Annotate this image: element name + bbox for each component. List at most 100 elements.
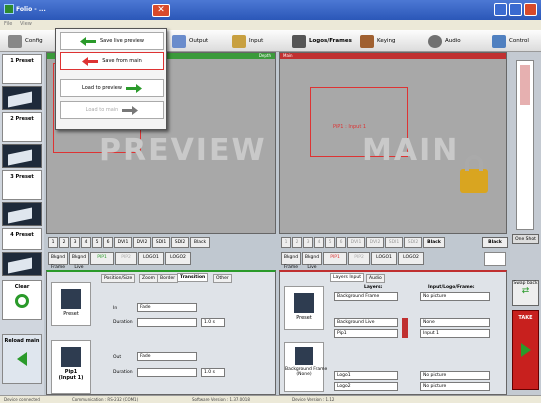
main-bkgnd-live[interactable]: Bkgnd Live xyxy=(302,252,322,270)
minimize-button[interactable] xyxy=(494,3,507,16)
main-src-4[interactable]: 4 xyxy=(314,237,324,248)
tool-control[interactable]: Control xyxy=(492,32,529,50)
tool-logos-frames[interactable]: Logos/Frames xyxy=(292,32,352,50)
layer-row-background-live: Background Live xyxy=(334,318,398,327)
preview-src-sdi2[interactable]: SDI2 xyxy=(171,237,189,248)
menu-load-to-main[interactable]: Load to main xyxy=(60,101,164,119)
status-device: Device connected xyxy=(4,397,40,402)
out-duration-value[interactable]: 1.0 s xyxy=(201,368,225,377)
preview-src-1[interactable]: 1 xyxy=(48,237,58,248)
preset-3-thumbnail[interactable] xyxy=(2,202,42,226)
in-transition-select[interactable]: Fade xyxy=(137,303,197,312)
main-src-dvi2[interactable]: DVI2 xyxy=(366,237,384,248)
main-src-sdi1[interactable]: SDI1 xyxy=(385,237,403,248)
pip1-select[interactable]: Input 1 xyxy=(420,329,490,338)
tab-zoom[interactable]: Zoom xyxy=(139,274,158,283)
status-software-version: Software Version : 1.37.0018 xyxy=(192,397,250,402)
grid-icon[interactable] xyxy=(484,252,506,266)
preview-src-3[interactable]: 3 xyxy=(70,237,80,248)
tab-transition[interactable]: Transition xyxy=(177,273,209,282)
layer-order-indicator xyxy=(402,318,408,338)
preview-logo1[interactable]: LOGO1 xyxy=(138,252,164,265)
menu-view[interactable]: View xyxy=(20,21,32,27)
tbar-slider[interactable] xyxy=(516,60,534,230)
take-button[interactable]: TAKE xyxy=(512,310,539,390)
preset-2-thumbnail[interactable] xyxy=(2,144,42,168)
main-src-6[interactable]: 6 xyxy=(336,237,346,248)
logo2-select[interactable]: No picture xyxy=(420,382,490,391)
preset-2[interactable]: 2 Preset xyxy=(2,112,42,142)
main-logo1[interactable]: LOGO1 xyxy=(371,252,397,265)
close-icon[interactable]: ✕ xyxy=(152,4,170,17)
main-pip1[interactable]: PIP1 xyxy=(323,252,347,265)
swap-back-button[interactable]: Swap back ⇄ xyxy=(512,280,539,306)
tool-audio[interactable]: Audio xyxy=(428,32,461,50)
preview-src-sdi1[interactable]: SDI1 xyxy=(152,237,170,248)
right-black-button[interactable]: Black xyxy=(482,237,508,248)
preview-pip2[interactable]: PIP2 xyxy=(115,252,137,265)
preset-4[interactable]: 4 Preset xyxy=(2,228,42,250)
maximize-button[interactable] xyxy=(509,3,522,16)
background-frame-tile[interactable]: Background Frame (None) xyxy=(284,342,327,392)
pip1-tile[interactable]: Pip1 (Input 1) xyxy=(51,340,91,394)
window-close-button[interactable] xyxy=(524,3,537,16)
window-title: Folio - ... xyxy=(16,6,46,13)
layers-preset-tile[interactable]: Preset xyxy=(284,286,324,330)
main-src-2[interactable]: 2 xyxy=(292,237,302,248)
preview-bkgnd-frame[interactable]: Bkgnd Frame xyxy=(48,252,68,270)
preview-src-dvi1[interactable]: DVI1 xyxy=(114,237,132,248)
tab-other[interactable]: Other xyxy=(213,274,232,283)
out-transition-select[interactable]: Fade xyxy=(137,352,197,361)
preview-src-black[interactable]: Black xyxy=(190,237,210,248)
input-icon xyxy=(232,34,246,48)
preview-pip1[interactable]: PIP1 xyxy=(90,252,114,265)
main-src-3[interactable]: 3 xyxy=(303,237,313,248)
tbar-handle[interactable] xyxy=(520,65,530,105)
main-src-5[interactable]: 5 xyxy=(325,237,335,248)
preset-1[interactable]: 1 Preset xyxy=(2,54,42,84)
main-pip2[interactable]: PIP2 xyxy=(348,252,370,265)
main-logo2[interactable]: LOGO2 xyxy=(398,252,424,265)
tool-output[interactable]: Output xyxy=(172,32,208,50)
menu-save-live-preview[interactable]: Save live preview xyxy=(60,32,164,50)
tab-layers-input[interactable]: Layers Input xyxy=(330,273,364,282)
preview-bkgnd-live[interactable]: Bkgnd Live xyxy=(69,252,89,270)
pip-preset-tile[interactable]: Preset xyxy=(51,282,91,326)
out-duration-slider[interactable] xyxy=(137,368,197,377)
arrow-left-icon xyxy=(17,352,27,366)
main-src-black[interactable]: Black xyxy=(423,237,445,248)
main-panel: Main PiP1 : Input 1 MAIN xyxy=(279,52,507,234)
one-shot-button[interactable]: One Shot xyxy=(512,234,539,244)
preset-4-thumbnail[interactable] xyxy=(2,252,42,276)
tool-input[interactable]: Input xyxy=(232,32,263,50)
tool-config[interactable]: Config xyxy=(8,32,43,50)
main-src-sdi2[interactable]: SDI2 xyxy=(404,237,422,248)
preview-src-4[interactable]: 4 xyxy=(81,237,91,248)
logo1-select[interactable]: No picture xyxy=(420,371,490,380)
preview-logo2[interactable]: LOGO2 xyxy=(165,252,191,265)
in-duration-slider[interactable] xyxy=(137,318,197,327)
main-src-dvi1[interactable]: DVI1 xyxy=(347,237,365,248)
preview-src-2[interactable]: 2 xyxy=(59,237,69,248)
background-frame-select[interactable]: No picture xyxy=(420,292,490,301)
main-bkgnd-frame[interactable]: Bkgnd Frame xyxy=(281,252,301,270)
menu-load-to-preview[interactable]: Load to preview xyxy=(60,79,164,97)
reload-main-button[interactable]: Reload main xyxy=(2,334,42,384)
background-live-select[interactable]: None xyxy=(420,318,490,327)
preview-src-dvi2[interactable]: DVI2 xyxy=(133,237,151,248)
tool-keying[interactable]: Keying xyxy=(360,32,395,50)
menu-save-from-main[interactable]: Save from main xyxy=(60,52,164,70)
tab-audio[interactable]: Audio xyxy=(366,274,385,283)
preview-src-6[interactable]: 6 xyxy=(103,237,113,248)
tab-position-size[interactable]: Position/Size xyxy=(101,274,136,283)
tab-border[interactable]: Border xyxy=(157,274,179,283)
main-src-1[interactable]: 1 xyxy=(281,237,291,248)
preview-src-5[interactable]: 5 xyxy=(92,237,102,248)
in-duration-value[interactable]: 1.0 s xyxy=(201,318,225,327)
save-load-menu: Save live preview Save from main Load to… xyxy=(55,28,167,130)
status-bar: Device connected Communication : RS-232 … xyxy=(0,395,541,403)
clear-button[interactable]: Clear xyxy=(2,280,42,320)
preset-3[interactable]: 3 Preset xyxy=(2,170,42,200)
preset-1-thumbnail[interactable] xyxy=(2,86,42,110)
menu-file[interactable]: File xyxy=(4,21,12,27)
